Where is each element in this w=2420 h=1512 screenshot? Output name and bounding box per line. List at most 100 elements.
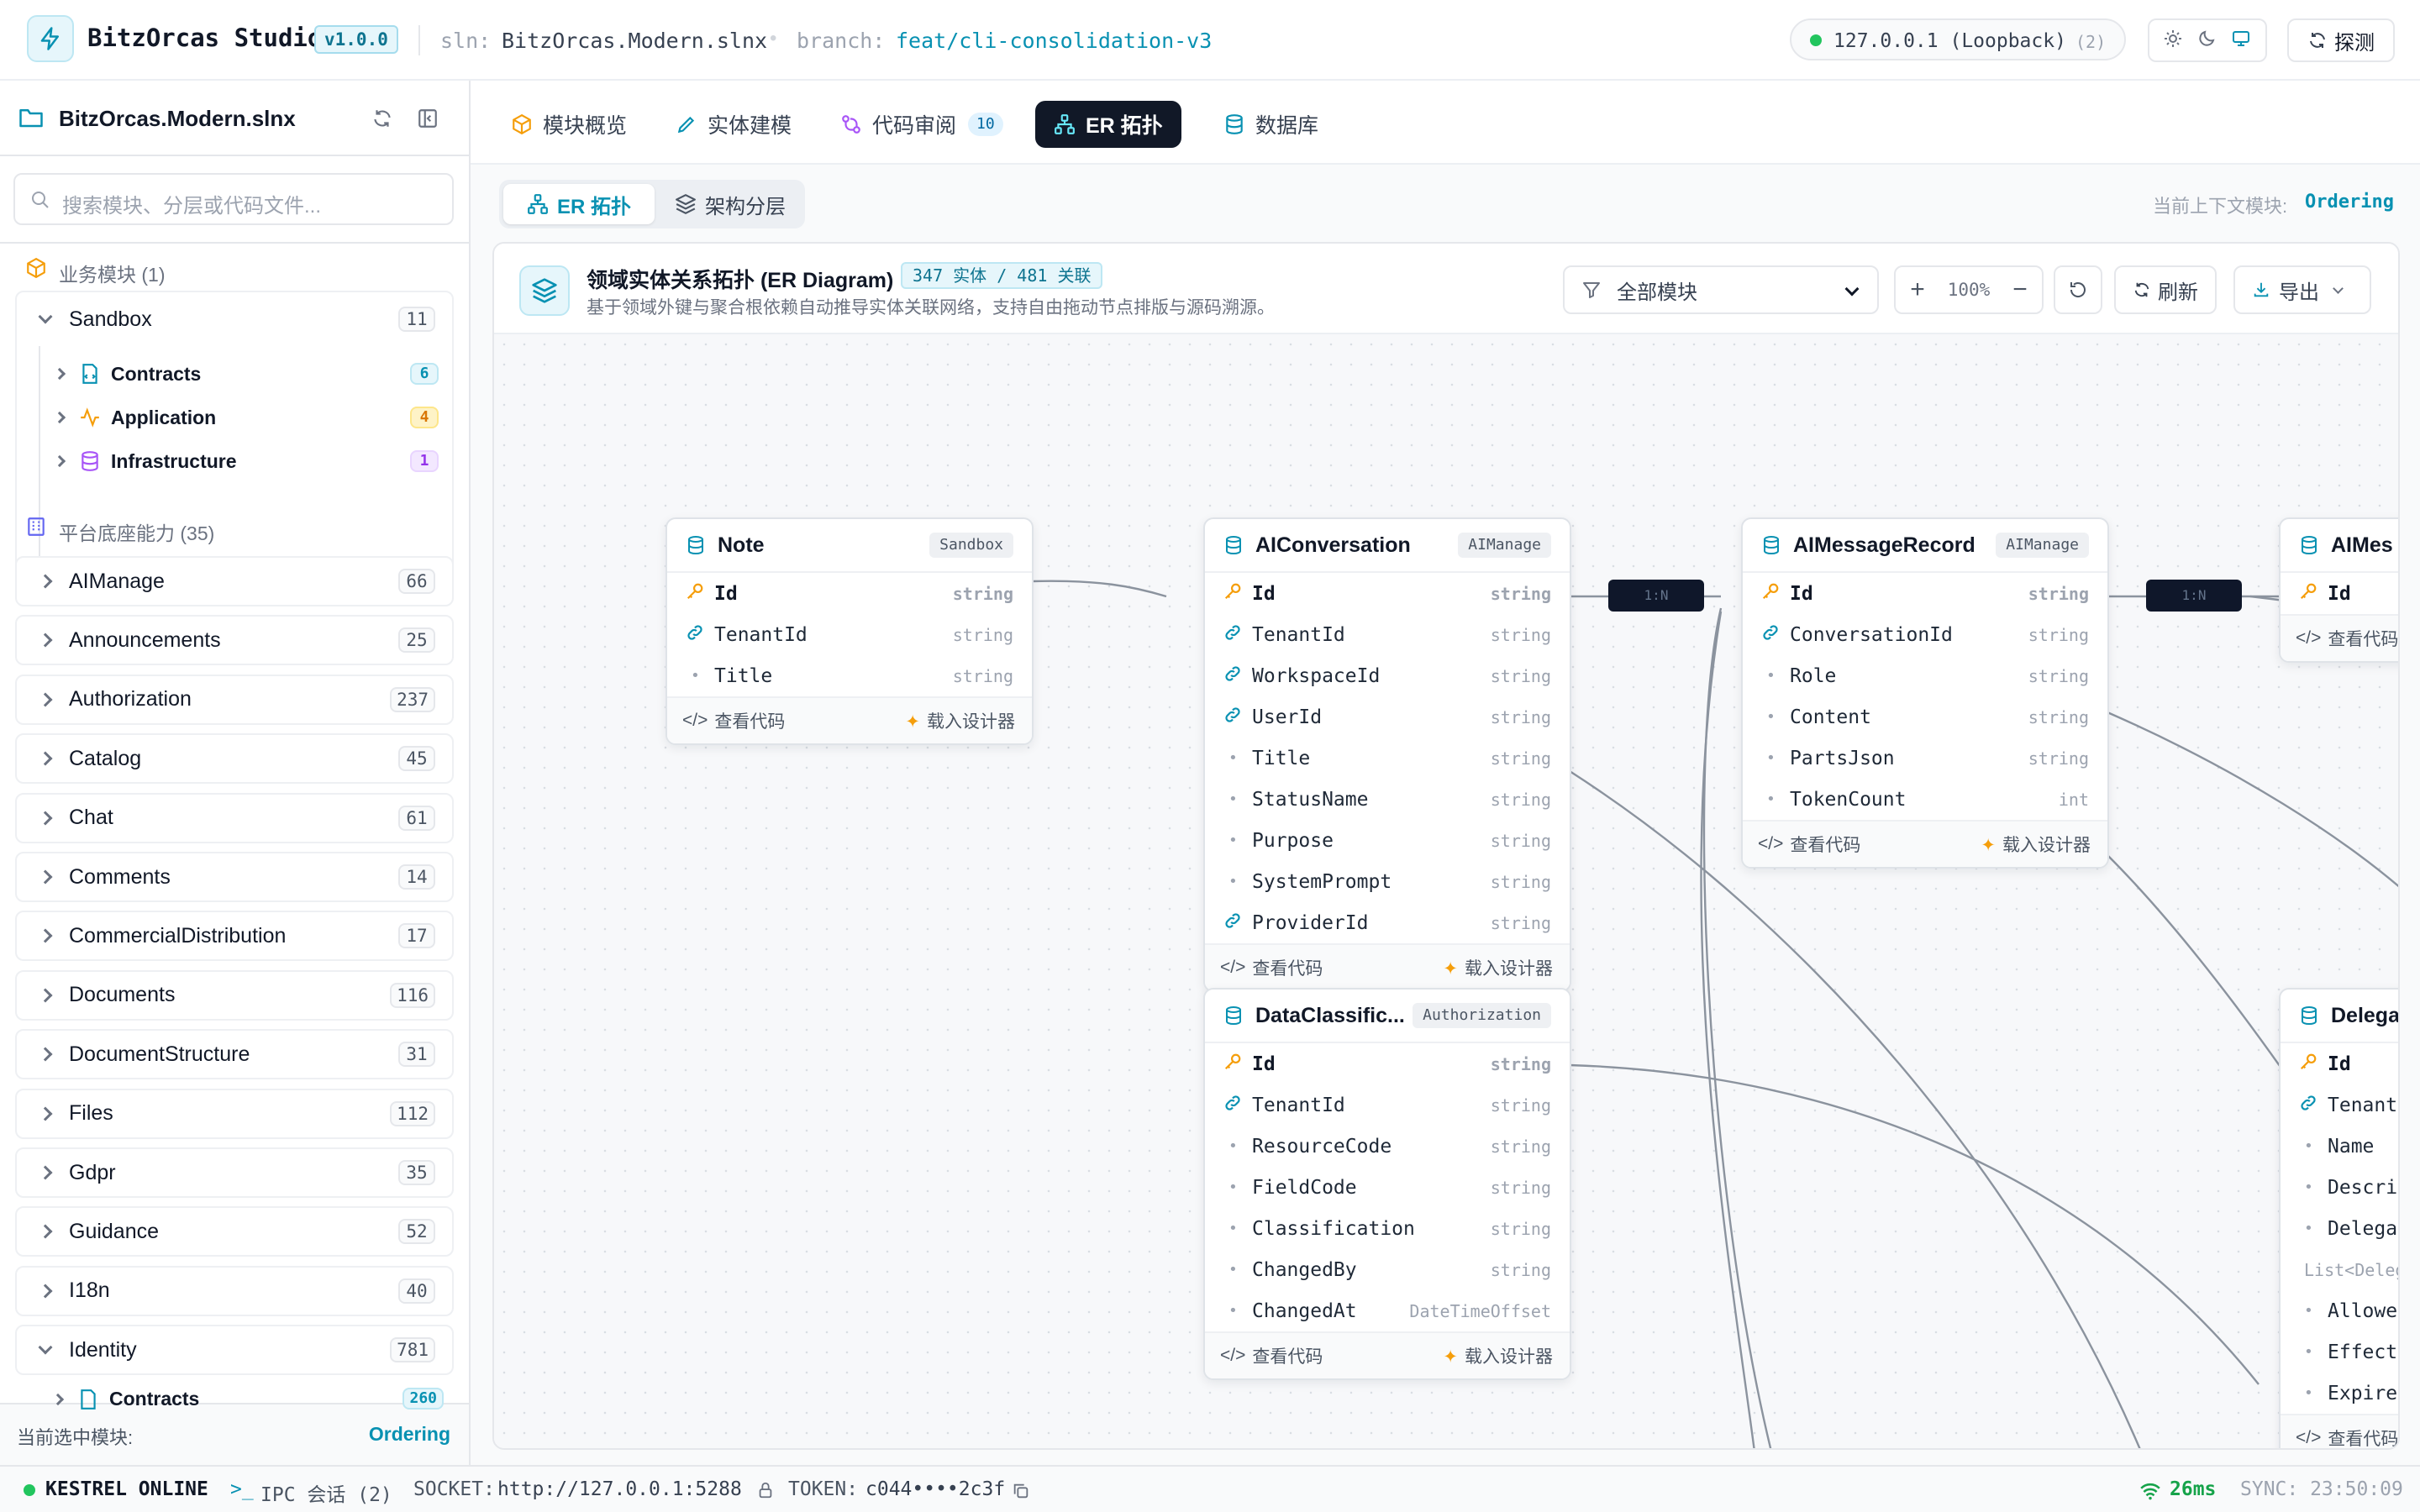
entity-card-aimes[interactable]: AIMes Id </> 查看代码 — [2279, 517, 2398, 663]
sidebar-item-module[interactable]: I18n 40 — [15, 1265, 454, 1316]
entity-field[interactable]: List<Deleg — [2281, 1249, 2398, 1290]
sidebar-item-contracts[interactable]: Contracts 6 — [42, 353, 450, 395]
entity-field[interactable]: • PartsJson string — [1743, 738, 2107, 779]
sidebar-item-module[interactable]: Files 112 — [15, 1088, 454, 1139]
load-designer-link[interactable]: ✦ 载入设计器 — [1443, 955, 1553, 980]
entity-field[interactable]: TenantId string — [1205, 614, 1570, 655]
sidebar-item-module[interactable]: AIManage 66 — [15, 556, 454, 606]
tab-module-overview[interactable]: 模块概览 — [492, 101, 645, 148]
search-box[interactable]: 搜索模块、分层或代码文件... — [13, 173, 454, 225]
sun-icon[interactable] — [2163, 29, 2183, 53]
entity-field[interactable]: • Title string — [667, 655, 1032, 696]
sidebar-item-module[interactable]: CommercialDistribution 17 — [15, 911, 454, 962]
entity-header[interactable]: AIMes — [2281, 519, 2398, 573]
entity-card-note[interactable]: Note Sandbox Id string TenantId string • Title s… — [666, 517, 1034, 745]
view-code-link[interactable]: 查看代码 — [2328, 1425, 2398, 1448]
view-code-link[interactable]: 查看代码 — [714, 708, 785, 733]
entity-field[interactable]: • Descrip — [2281, 1167, 2398, 1208]
search-input[interactable]: 搜索模块、分层或代码文件... — [62, 189, 321, 218]
view-code-link[interactable]: 查看代码 — [2328, 626, 2398, 651]
sidebar-item-identity-contracts[interactable]: Contracts 260 — [40, 1383, 444, 1416]
entity-card-aiconv[interactable]: AIConversation AIManage Id string TenantId st… — [1203, 517, 1571, 992]
sidebar-item-module[interactable]: Comments 14 — [15, 852, 454, 902]
entity-header[interactable]: DataClassific... Authorization — [1205, 990, 1570, 1043]
entity-field[interactable]: • Role string — [1743, 655, 2107, 696]
entity-card-delega[interactable]: Delega Id TenantI • Name • Descrip • Delegat List… — [2279, 988, 2398, 1448]
sidebar-item-application[interactable]: Application 4 — [42, 396, 450, 438]
sidebar-item-module[interactable]: Documents 116 — [15, 969, 454, 1021]
subtab-architecture[interactable]: 架构分层 — [660, 184, 800, 224]
reset-view-button[interactable] — [2054, 265, 2102, 314]
entity-field[interactable]: • ChangedAt DateTimeOffset — [1205, 1290, 1570, 1331]
monitor-icon[interactable] — [2230, 29, 2252, 53]
entity-field[interactable]: Id string — [1205, 573, 1570, 614]
entity-field[interactable]: ProviderId string — [1205, 902, 1570, 943]
entity-header[interactable]: AIMessageRecord AIManage — [1743, 519, 2107, 573]
zoom-in-icon[interactable]: + — [1896, 276, 1939, 304]
sidebar-item-module[interactable]: Announcements 25 — [15, 615, 454, 666]
entity-field[interactable]: TenantId string — [667, 614, 1032, 655]
entity-field[interactable]: ConversationId string — [1743, 614, 2107, 655]
entity-field[interactable]: UserId string — [1205, 696, 1570, 738]
entity-field[interactable]: • Classification string — [1205, 1208, 1570, 1249]
copy-icon[interactable] — [1012, 1482, 1030, 1500]
tab-code-review[interactable]: 代码审阅 10 — [822, 101, 1022, 148]
export-button[interactable]: 导出 — [2233, 265, 2371, 314]
entity-field[interactable]: Id string — [1743, 573, 2107, 614]
sandbox-module[interactable]: Sandbox 11 — [17, 292, 452, 346]
sidebar-item-module[interactable]: DocumentStructure 31 — [15, 1029, 454, 1080]
sidebar-item-module[interactable]: Guidance 52 — [15, 1206, 454, 1257]
zoom-out-icon[interactable]: − — [1998, 276, 2042, 304]
sidebar-item-module[interactable]: Catalog 45 — [15, 733, 454, 785]
entity-field[interactable]: Id — [2281, 573, 2398, 614]
tab-entity-modeling[interactable]: 实体建模 — [657, 101, 810, 148]
entity-field[interactable]: • FieldCode string — [1205, 1167, 1570, 1208]
entity-field[interactable]: • ResourceCode string — [1205, 1126, 1570, 1167]
tab-database[interactable]: 数据库 — [1205, 101, 1337, 148]
entity-field[interactable]: TenantI — [2281, 1084, 2398, 1126]
er-canvas[interactable]: 1:N 1:N Note Sandbox Id string TenantId strin… — [494, 334, 2398, 1448]
entity-field[interactable]: • Expire — [2281, 1373, 2398, 1414]
entity-field[interactable]: • SystemPrompt string — [1205, 861, 1570, 902]
load-designer-link[interactable]: ✦ 载入设计器 — [1981, 832, 2091, 857]
tab-er-topology[interactable]: ER 拓扑 — [1035, 101, 1181, 148]
entity-field[interactable]: WorkspaceId string — [1205, 655, 1570, 696]
entity-field[interactable]: • Allowed — [2281, 1290, 2398, 1331]
moon-icon[interactable] — [2196, 29, 2217, 53]
entity-field[interactable]: Id — [2281, 1043, 2398, 1084]
entity-card-dataclass[interactable]: DataClassific... Authorization Id string Ten… — [1203, 988, 1571, 1380]
view-code-link[interactable]: 查看代码 — [1790, 832, 1860, 857]
load-designer-link[interactable]: ✦ 载入设计器 — [1443, 1343, 1553, 1368]
entity-field[interactable]: • ChangedBy string — [1205, 1249, 1570, 1290]
sidebar-item-module[interactable]: Gdpr 35 — [15, 1147, 454, 1198]
sidebar-item-module[interactable]: Chat 61 — [15, 792, 454, 843]
entity-header[interactable]: Note Sandbox — [667, 519, 1032, 573]
collapse-sidebar-icon[interactable] — [417, 108, 439, 129]
entity-field[interactable]: • Content string — [1743, 696, 2107, 738]
entity-field[interactable]: • Effect — [2281, 1331, 2398, 1373]
entity-header[interactable]: Delega — [2281, 990, 2398, 1043]
module-filter-select[interactable]: 全部模块 — [1563, 265, 1879, 314]
sidebar-item-infrastructure[interactable]: Infrastructure 1 — [42, 440, 450, 482]
entity-field[interactable]: • TokenCount int — [1743, 779, 2107, 820]
host-indicator[interactable]: 127.0.0.1 (Loopback) (2) — [1790, 18, 2126, 60]
entity-field[interactable]: Id string — [667, 573, 1032, 614]
subtab-er[interactable]: ER 拓扑 — [503, 184, 655, 224]
entity-field[interactable]: • StatusName string — [1205, 779, 1570, 820]
entity-field[interactable]: • Delegat — [2281, 1208, 2398, 1249]
view-code-link[interactable]: 查看代码 — [1252, 955, 1323, 980]
entity-field[interactable]: TenantId string — [1205, 1084, 1570, 1126]
entity-field[interactable]: • Title string — [1205, 738, 1570, 779]
entity-field[interactable]: Id string — [1205, 1043, 1570, 1084]
entity-card-aimsg[interactable]: AIMessageRecord AIManage Id string Conversat… — [1741, 517, 2109, 869]
sidebar-item-module[interactable]: Authorization 237 — [15, 674, 454, 725]
entity-header[interactable]: AIConversation AIManage — [1205, 519, 1570, 573]
entity-field[interactable]: • Purpose string — [1205, 820, 1570, 861]
entity-field[interactable]: • Name — [2281, 1126, 2398, 1167]
load-designer-link[interactable]: ✦ 载入设计器 — [905, 708, 1015, 733]
view-code-link[interactable]: 查看代码 — [1252, 1343, 1323, 1368]
probe-button[interactable]: 探测 — [2287, 18, 2395, 62]
reload-icon[interactable] — [371, 108, 393, 129]
refresh-button[interactable]: 刷新 — [2114, 265, 2217, 314]
sidebar-item-module[interactable]: Identity 781 — [15, 1325, 454, 1376]
